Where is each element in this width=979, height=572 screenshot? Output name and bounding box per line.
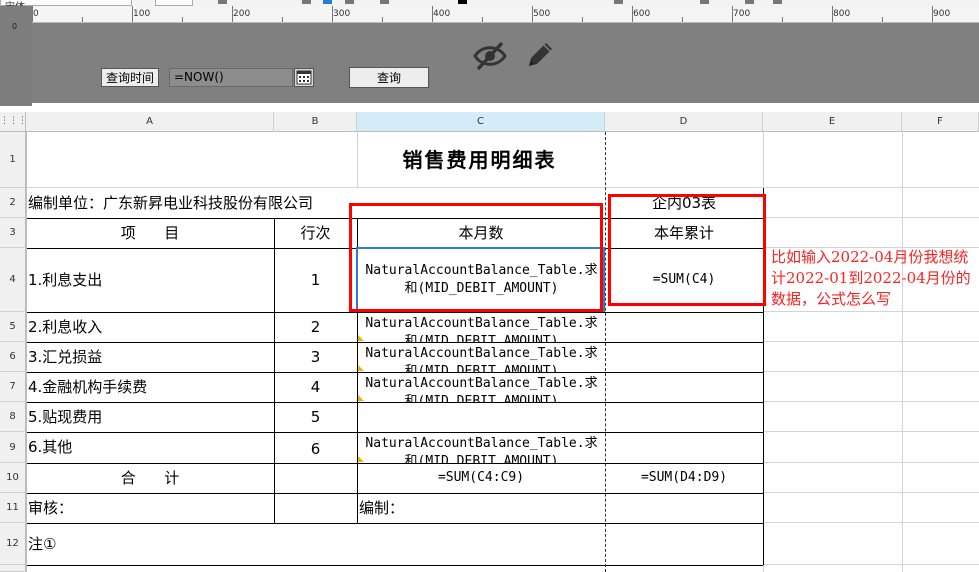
- column-header-a[interactable]: A: [26, 112, 274, 132]
- annotation-text: 比如输入2022-04月份我想统计2022-01到2022-04月份的数据，公式…: [771, 248, 971, 308]
- item-name[interactable]: 3.汇兑损益: [28, 342, 274, 372]
- total-month[interactable]: =SUM(C4:C9): [357, 463, 605, 493]
- ruler-label: 500: [533, 9, 551, 19]
- align-right-icon[interactable]: [345, 0, 354, 4]
- pencil-icon[interactable]: [523, 38, 557, 72]
- align-left-icon[interactable]: [302, 0, 311, 4]
- item-line[interactable]: 5: [274, 402, 357, 432]
- toolbar-icon[interactable]: [700, 0, 709, 4]
- preparer-label[interactable]: 编制：: [359, 493, 605, 523]
- calendar-icon[interactable]: [294, 68, 314, 87]
- row-header-4[interactable]: 4: [0, 248, 26, 312]
- ruler-label: 100: [133, 9, 151, 19]
- font-color-icon[interactable]: [458, 0, 467, 4]
- eye-off-icon[interactable]: [472, 40, 508, 72]
- highlight-box-month: [349, 203, 603, 312]
- report-title[interactable]: 销售费用明细表: [26, 132, 763, 188]
- ruler-label: 700: [733, 9, 751, 19]
- ruler-label: 400: [433, 9, 451, 19]
- total-label[interactable]: 合 计: [26, 463, 274, 493]
- horizontal-ruler: 0 100 200 300 400 500 600 700 800 900: [32, 6, 979, 23]
- item-line[interactable]: 3: [274, 342, 357, 372]
- formula-line: 和(MID_DEBIT_AMOUNT): [404, 454, 559, 463]
- formula-line: 和(MID_DEBIT_AMOUNT): [404, 394, 559, 402]
- header-line-no[interactable]: 行次: [274, 218, 357, 248]
- row-header-6[interactable]: 6: [0, 342, 26, 372]
- item-name[interactable]: 6.其他: [28, 432, 274, 463]
- formula-line: NaturalAccountBalance_Table.求: [365, 376, 598, 391]
- note-label[interactable]: 注①: [28, 523, 357, 565]
- ruler-label: 600: [633, 9, 651, 19]
- column-header-e[interactable]: E: [763, 112, 902, 132]
- row-header-1[interactable]: 1: [0, 132, 26, 188]
- item-month-formula[interactable]: NaturalAccountBalance_Table.求 和(MID_DEBI…: [358, 372, 605, 402]
- toolbar-icon[interactable]: [773, 0, 782, 4]
- formula-line: NaturalAccountBalance_Table.求: [365, 316, 598, 331]
- ruler-corner: [0, 6, 32, 106]
- ruler-label: 900: [933, 9, 951, 19]
- item-line[interactable]: 1: [274, 248, 357, 312]
- column-header-b[interactable]: B: [274, 112, 357, 132]
- vertical-ruler-label: 0: [12, 22, 18, 31]
- row-header-5[interactable]: 5: [0, 312, 26, 342]
- ruler-label: 200: [233, 9, 251, 19]
- formula-marker-icon: [358, 335, 364, 341]
- reviewer-label[interactable]: 审核：: [28, 493, 274, 523]
- total-ytd[interactable]: =SUM(D4:D9): [605, 463, 763, 493]
- row-header-9[interactable]: 9: [0, 432, 26, 463]
- row-header-2[interactable]: 2: [0, 188, 26, 218]
- row-header-7[interactable]: 7: [0, 372, 26, 402]
- column-header-d[interactable]: D: [605, 112, 763, 132]
- toolbar-icon[interactable]: [614, 0, 623, 4]
- toolbar-icon[interactable]: [218, 0, 227, 4]
- item-name[interactable]: 2.利息收入: [28, 312, 274, 342]
- unit-label[interactable]: 编制单位：广东新昇电业科技股份有限公司: [28, 188, 357, 218]
- highlight-box-ytd: [608, 194, 766, 306]
- formula-marker-icon: [358, 365, 364, 371]
- query-button[interactable]: 查询: [349, 67, 429, 88]
- column-header-c[interactable]: C: [357, 112, 605, 132]
- formula-line: 和(MID_DEBIT_AMOUNT): [404, 334, 559, 342]
- item-line[interactable]: 4: [274, 372, 357, 402]
- select-all-corner[interactable]: ⋮⋮⋮: [0, 112, 27, 132]
- ruler-label: 300: [333, 9, 351, 19]
- formula-line: NaturalAccountBalance_Table.求: [365, 436, 598, 451]
- item-name[interactable]: 4.金融机构手续费: [28, 372, 274, 402]
- row-header-8[interactable]: 8: [0, 402, 26, 432]
- item-month-formula[interactable]: [358, 402, 605, 432]
- align-center-icon[interactable]: [323, 0, 332, 4]
- row-header-11[interactable]: 11: [0, 493, 26, 523]
- column-header-f[interactable]: F: [902, 112, 979, 132]
- ruler-label: 800: [833, 9, 851, 19]
- ruler-label: 0: [33, 9, 39, 19]
- item-name[interactable]: 1.利息支出: [28, 248, 274, 312]
- item-name[interactable]: 5.贴现费用: [28, 402, 274, 432]
- formula-marker-icon: [358, 456, 364, 462]
- row-header-12[interactable]: 12: [0, 523, 26, 565]
- parameter-pane: 查询时间 =NOW() 查询: [32, 23, 979, 103]
- spreadsheet-grid: ⋮⋮⋮ A B C D E F 1 2 3 4 5 6 7 8 9 10 11 …: [0, 109, 979, 572]
- date-input[interactable]: =NOW(): [169, 68, 293, 87]
- item-month-formula[interactable]: NaturalAccountBalance_Table.求 和(MID_DEBI…: [358, 432, 605, 463]
- formula-line: NaturalAccountBalance_Table.求: [365, 346, 598, 361]
- header-item[interactable]: 项 目: [26, 218, 274, 248]
- item-line[interactable]: 6: [274, 432, 357, 463]
- border-icon[interactable]: [380, 0, 389, 4]
- row-header-13[interactable]: [0, 565, 26, 572]
- row-header-3[interactable]: 3: [0, 218, 26, 248]
- query-time-label: 查询时间: [101, 68, 159, 87]
- item-month-formula[interactable]: NaturalAccountBalance_Table.求 和(MID_DEBI…: [358, 342, 605, 372]
- formula-line: 和(MID_DEBIT_AMOUNT): [404, 364, 559, 372]
- toolbar-icon[interactable]: [745, 0, 754, 4]
- item-month-formula[interactable]: NaturalAccountBalance_Table.求 和(MID_DEBI…: [358, 312, 605, 342]
- item-line[interactable]: 2: [274, 312, 357, 342]
- row-header-10[interactable]: 10: [0, 463, 26, 493]
- formula-marker-icon: [358, 395, 364, 401]
